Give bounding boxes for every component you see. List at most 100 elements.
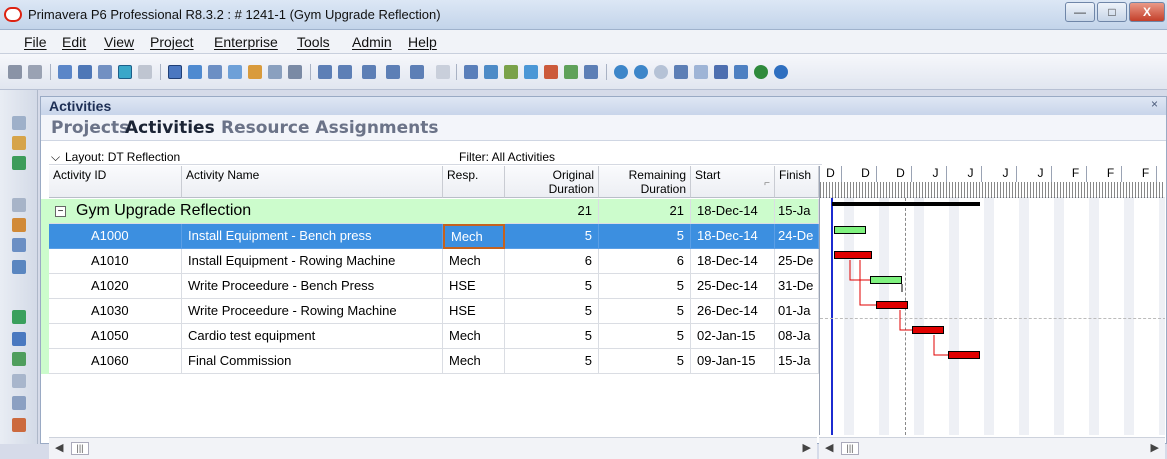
reports-rail-icon[interactable] [12, 238, 26, 252]
print-preview-icon[interactable] [28, 65, 42, 79]
gantt-scroll-right-icon[interactable]: ▶ [1151, 441, 1159, 454]
assignments-icon[interactable] [248, 65, 262, 79]
baseline-icon[interactable] [544, 65, 558, 79]
activities-rail-icon[interactable] [12, 310, 26, 324]
resp-cell[interactable]: Mech [443, 324, 505, 349]
menu-project[interactable]: Project [150, 34, 194, 50]
sort-icon[interactable] [318, 65, 332, 79]
table-icon[interactable] [58, 65, 72, 79]
notebook-icon[interactable] [734, 65, 748, 79]
menu-tools[interactable]: Tools [297, 34, 330, 50]
assignments-rail-icon[interactable] [12, 332, 26, 346]
resp-cell[interactable]: Mech [443, 224, 505, 249]
gantt-horizontal-scrollbar[interactable]: ◀ ||| ▶ [819, 437, 1165, 459]
column-header-start[interactable]: Start ⌐ [691, 166, 775, 198]
table-row[interactable]: A1060 Final Commission Mech 5 5 09-Jan-1… [49, 349, 822, 374]
issues-rail-icon[interactable] [12, 418, 26, 432]
layout-label[interactable]: Layout: DT Reflection [65, 150, 180, 164]
gantt-scroll-left-icon[interactable]: ◀ [825, 441, 833, 454]
store-period-icon[interactable] [524, 65, 538, 79]
resp-cell[interactable]: HSE [443, 299, 505, 324]
milestone-icon[interactable] [694, 65, 708, 79]
recalculate-icon[interactable] [564, 65, 578, 79]
menu-edit[interactable]: Edit [62, 34, 86, 50]
column-header-activity-id[interactable]: Activity ID [49, 166, 182, 198]
resp-cell[interactable]: Mech [443, 349, 505, 374]
original-duration-cell: 5 [505, 349, 599, 374]
timescale-icon[interactable] [714, 65, 728, 79]
column-header-resp[interactable]: Resp. [443, 166, 505, 198]
columns-icon[interactable] [188, 65, 202, 79]
portfolio-rail-icon[interactable] [12, 156, 26, 170]
scroll-right-icon[interactable]: ▶ [803, 441, 811, 454]
column-header-original-duration[interactable]: Original Duration [505, 166, 599, 198]
tab-projects[interactable]: Projects [51, 118, 129, 138]
resp-cell[interactable]: HSE [443, 274, 505, 299]
chart-rail-icon[interactable] [12, 260, 26, 274]
layout-chevron-icon[interactable]: ⌵ [51, 150, 60, 165]
hash-icon[interactable] [436, 65, 450, 79]
view-icon[interactable] [584, 65, 598, 79]
update-progress-icon[interactable] [504, 65, 518, 79]
folder-rail-icon[interactable] [12, 136, 26, 150]
zoom-fit-icon[interactable] [654, 65, 668, 79]
info-icon[interactable] [774, 65, 788, 79]
activity-id-cell: A1010 [49, 249, 182, 274]
activities-panel: Activities × Projects Activities Resourc… [40, 96, 1167, 459]
menu-view[interactable]: View [104, 34, 134, 50]
menu-file[interactable]: File [24, 34, 47, 50]
collapse-icon[interactable]: − [55, 206, 66, 217]
wbs-row[interactable]: − Gym Upgrade Reflection 21 21 18-Dec-14 … [49, 199, 822, 224]
column-header-finish[interactable]: Finish [775, 166, 819, 198]
projects-rail-icon[interactable] [12, 116, 26, 130]
level-icon[interactable] [484, 65, 498, 79]
activity-details-icon[interactable] [168, 65, 182, 79]
scheme-icon[interactable] [410, 65, 424, 79]
schedule-icon[interactable] [464, 65, 478, 79]
layout-icon[interactable] [288, 65, 302, 79]
table-row[interactable]: A1020 Write Proceedure - Bench Press HSE… [49, 274, 822, 299]
column-header-remaining-duration[interactable]: Remaining Duration [599, 166, 691, 198]
wbs-color-band [41, 199, 49, 374]
print-icon[interactable] [8, 65, 22, 79]
zoom-in-icon[interactable] [614, 65, 628, 79]
resource-icon[interactable] [228, 65, 242, 79]
table-row[interactable]: A1000 Install Equipment - Bench press Me… [49, 224, 822, 249]
table-row[interactable]: A1050 Cardio test equipment Mech 5 5 02-… [49, 324, 822, 349]
network-icon[interactable] [98, 65, 112, 79]
wbs-rail-icon[interactable] [12, 352, 26, 366]
table-horizontal-scrollbar[interactable]: ◀ ||| ▶ [49, 437, 817, 459]
resp-cell[interactable]: Mech [443, 249, 505, 274]
minimize-button[interactable]: — [1065, 2, 1095, 22]
resources-rail-icon[interactable] [12, 218, 26, 232]
close-button[interactable]: X [1129, 2, 1165, 22]
tab-activities[interactable]: Activities [125, 118, 215, 138]
filter-icon[interactable] [386, 65, 400, 79]
scroll-left-icon[interactable]: ◀ [55, 441, 63, 454]
chart-icon[interactable] [138, 65, 152, 79]
gantt-icon[interactable] [78, 65, 92, 79]
tab-resource-assignments[interactable]: Resource Assignments [221, 118, 439, 138]
split-icon[interactable] [674, 65, 688, 79]
documents-rail-icon[interactable] [12, 374, 26, 388]
panel-close-icon[interactable]: × [1151, 97, 1158, 111]
menu-enterprise[interactable]: Enterprise [214, 34, 278, 50]
columns-dropdown-icon[interactable] [362, 65, 376, 79]
zoom-out-icon[interactable] [634, 65, 648, 79]
tracking-rail-icon[interactable] [12, 198, 26, 212]
menu-admin[interactable]: Admin [352, 34, 392, 50]
calendar-rail-icon[interactable] [12, 396, 26, 410]
tracking-icon[interactable] [268, 65, 282, 79]
remaining-duration-cell: 5 [599, 274, 691, 299]
menu-help[interactable]: Help [408, 34, 437, 50]
table-row[interactable]: A1030 Write Proceedure - Rowing Machine … [49, 299, 822, 324]
group-icon[interactable] [338, 65, 352, 79]
table-row[interactable]: A1010 Install Equipment - Rowing Machine… [49, 249, 822, 274]
relationship-icon[interactable] [118, 65, 132, 79]
filter-label[interactable]: Filter: All Activities [459, 150, 555, 164]
bars-icon[interactable] [208, 65, 222, 79]
help-circle-icon[interactable] [754, 65, 768, 79]
column-header-activity-name[interactable]: Activity Name [182, 166, 443, 198]
maximize-button[interactable]: □ [1097, 2, 1127, 22]
wbs-name: Gym Upgrade Reflection [76, 202, 252, 219]
